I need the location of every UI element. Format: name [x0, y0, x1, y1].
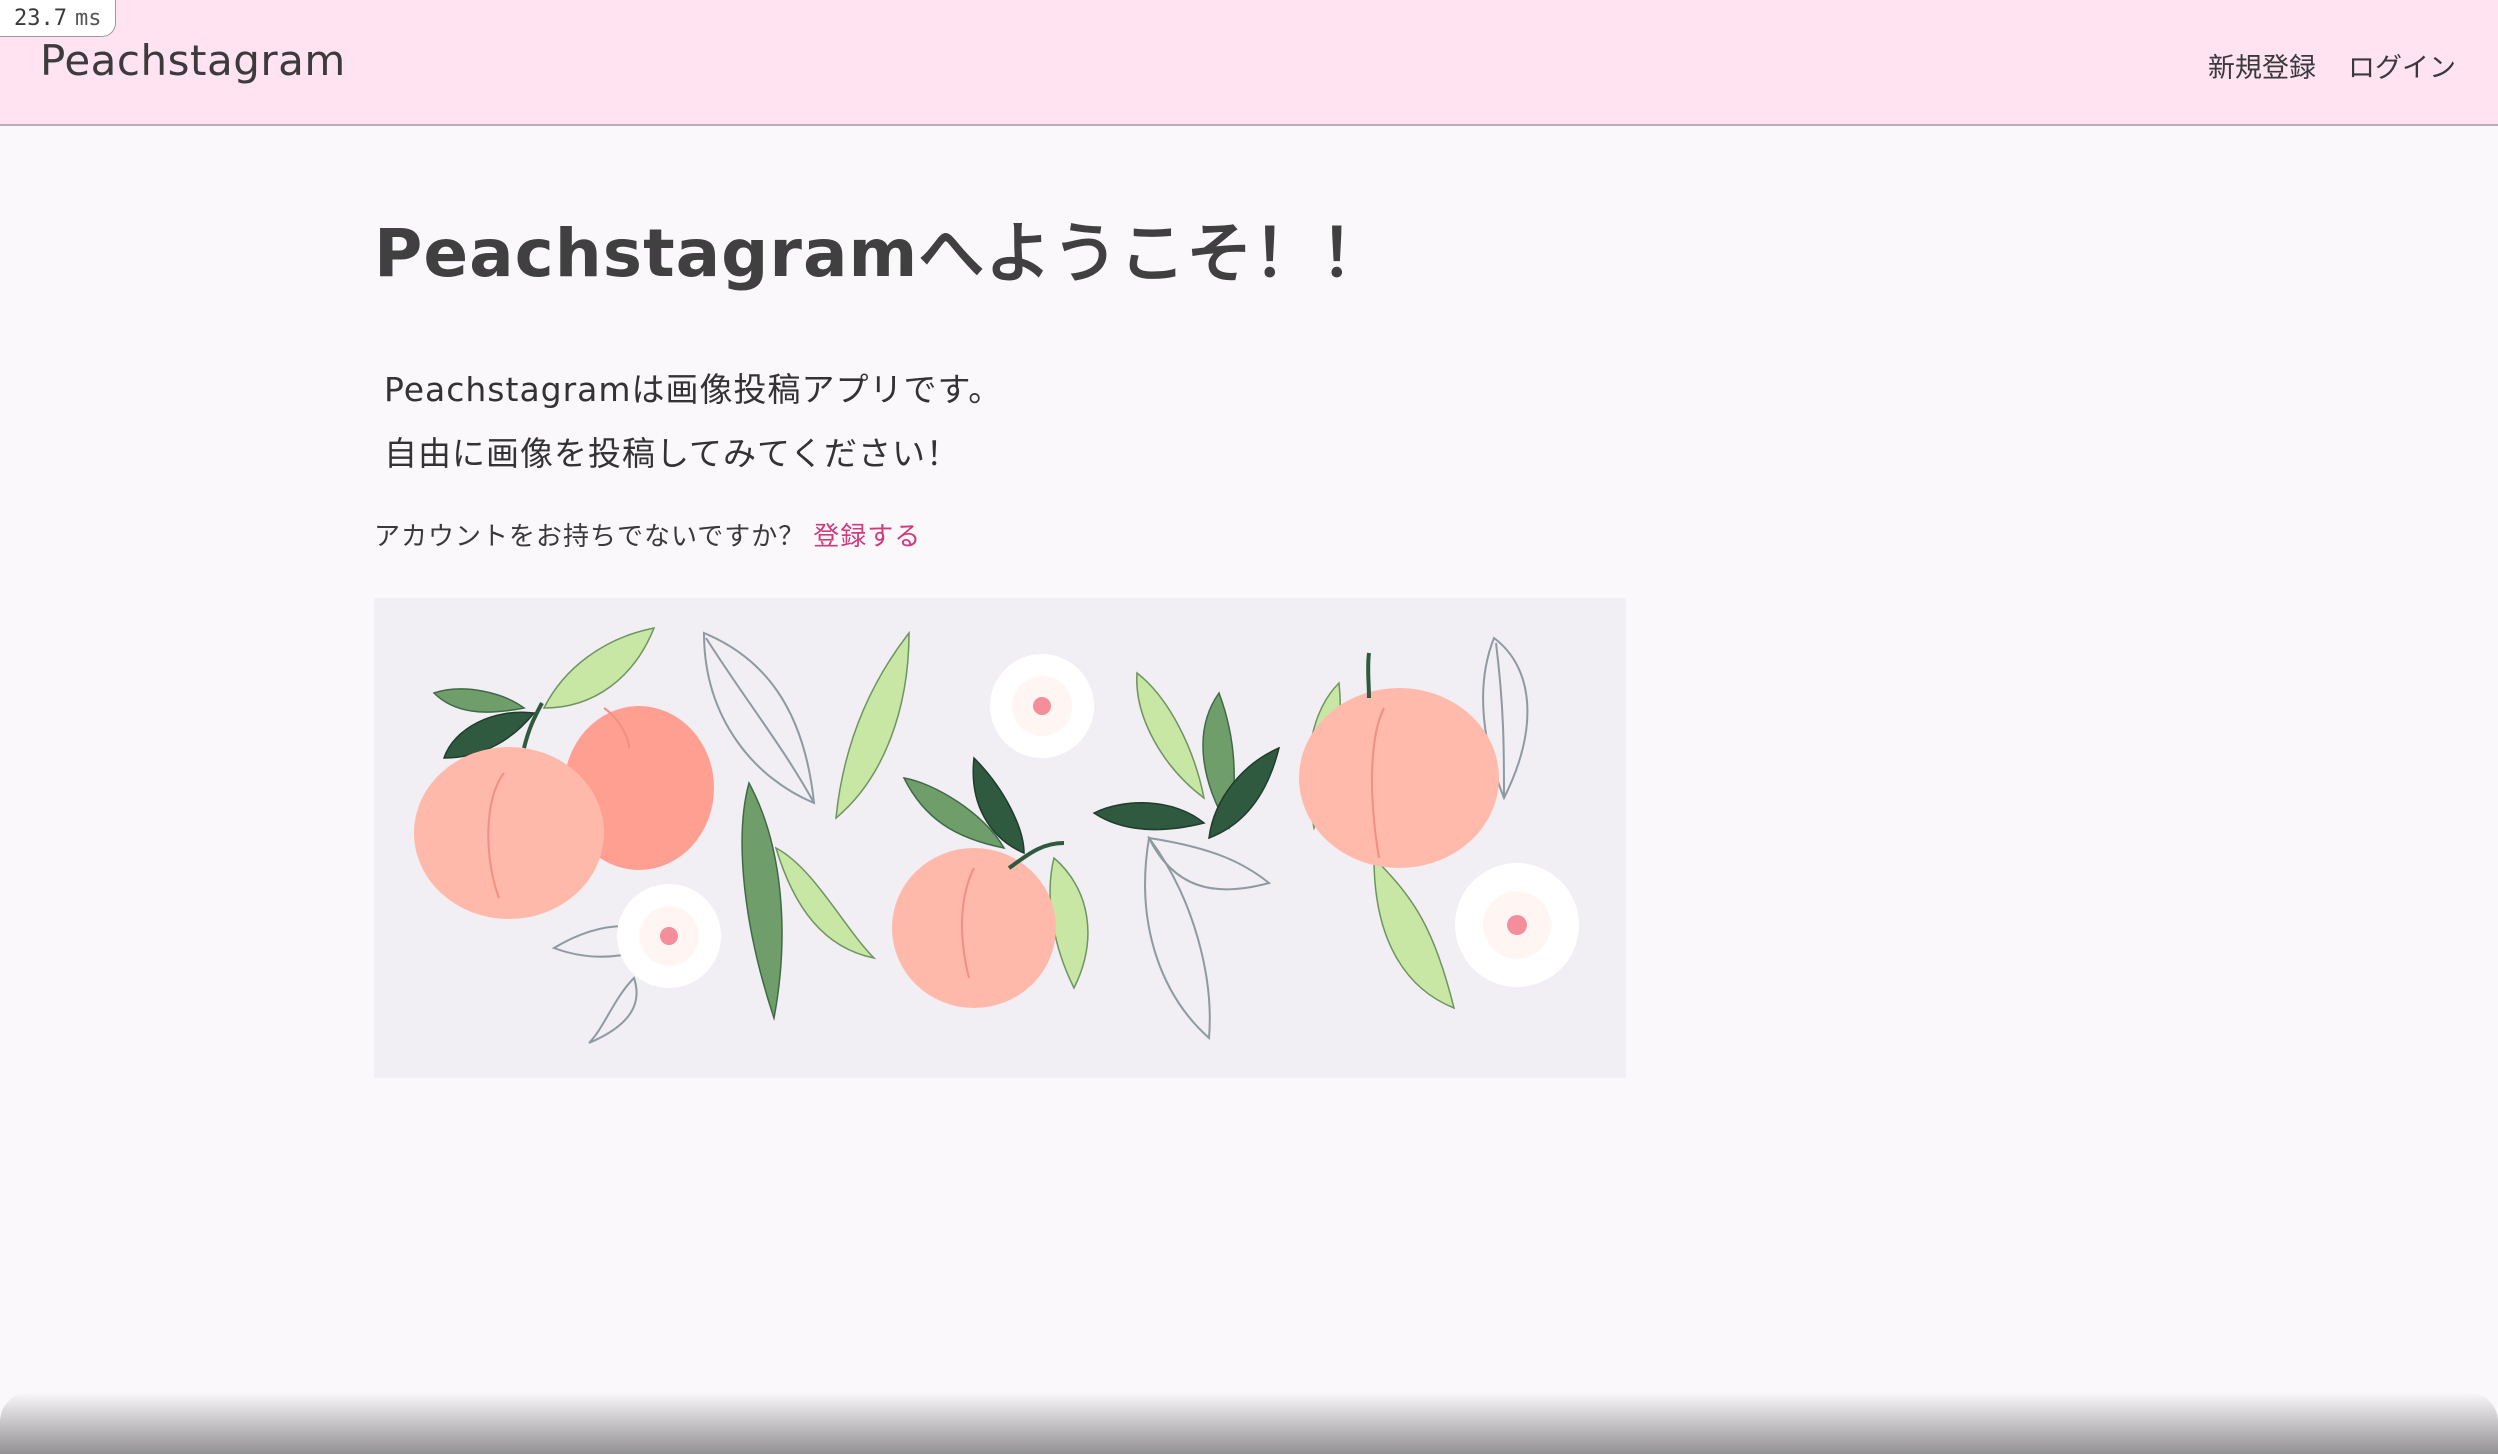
nav-links: 新規登録 ログイン: [2208, 46, 2456, 85]
signup-prompt-text: アカウントをお持ちでないですか？: [374, 522, 806, 552]
app-description: Peachstagramは画像投稿アプリです。 自由に画像を投稿してみてください…: [374, 358, 1674, 486]
description-line-1: Peachstagramは画像投稿アプリです。: [384, 370, 1003, 409]
signup-link[interactable]: 登録する: [813, 522, 921, 552]
page-title: Peachstagramへようこそ！！: [374, 215, 1388, 292]
signup-nav-link[interactable]: 新規登録: [2208, 46, 2316, 85]
top-navbar: Peachstagram 新規登録 ログイン: [0, 0, 2498, 126]
hero-illustration: [374, 598, 1626, 1078]
brand-logo-link[interactable]: Peachstagram: [40, 36, 346, 85]
render-time-badge: 23.7 ms: [0, 0, 117, 37]
description-line-2: 自由に画像を投稿してみてください！: [384, 434, 961, 473]
login-nav-link[interactable]: ログイン: [2348, 46, 2456, 85]
window-bottom-shadow: [0, 1392, 2498, 1454]
render-time-unit: ms: [74, 5, 102, 31]
render-time-value: 23.7: [14, 5, 67, 31]
signup-prompt: アカウントをお持ちでないですか？ 登録する: [374, 516, 1674, 553]
main-content: Peachstagramへようこそ！！ Peachstagramは画像投稿アプリ…: [374, 200, 1674, 553]
peach-illustration-icon: [414, 626, 1579, 1044]
